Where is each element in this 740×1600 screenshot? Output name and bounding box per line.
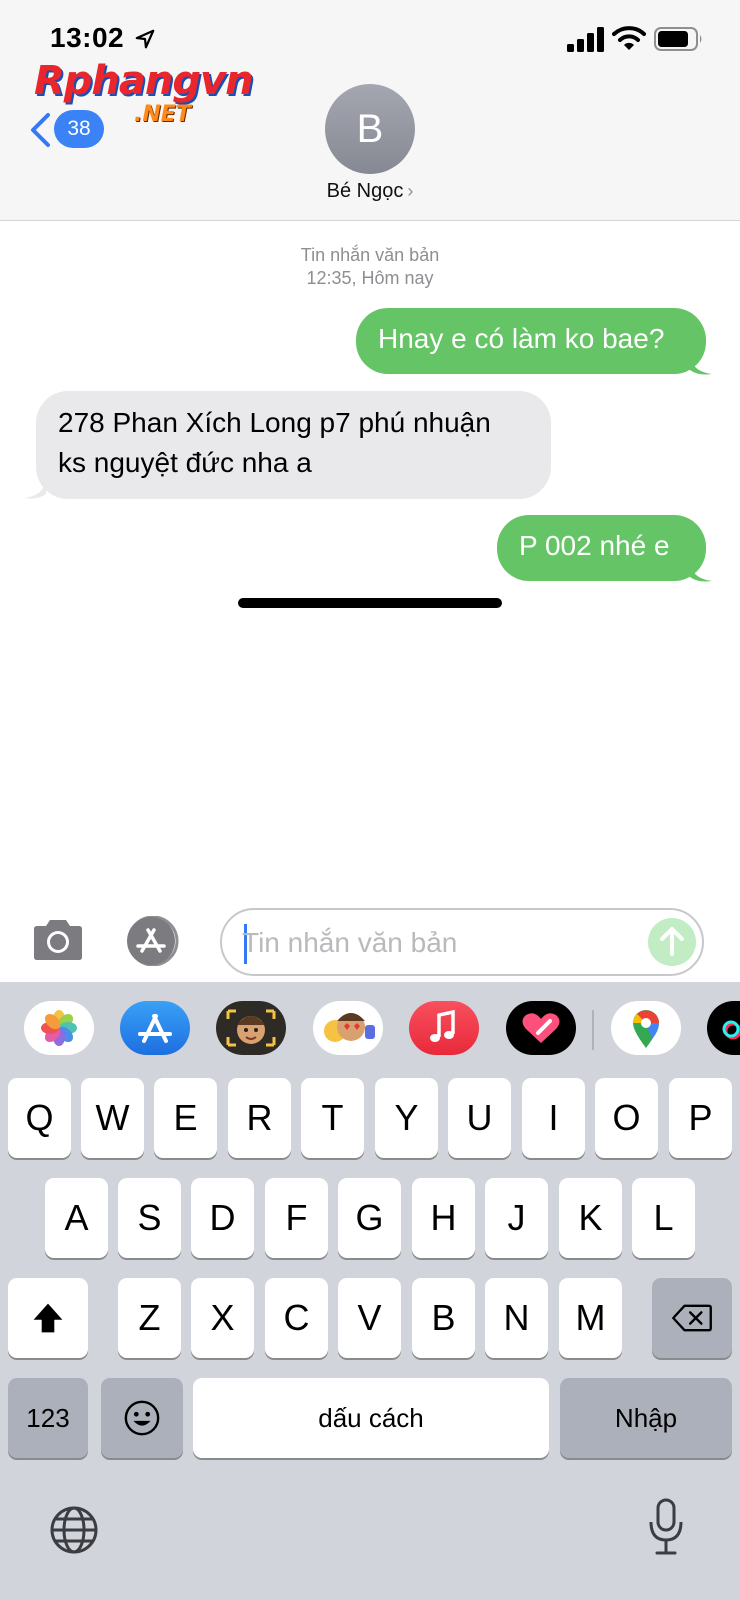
shift-key[interactable] [8, 1278, 88, 1358]
key-l[interactable]: L [632, 1178, 695, 1258]
camera-icon[interactable] [30, 917, 86, 963]
key-v[interactable]: V [338, 1278, 401, 1358]
send-arrow-icon[interactable] [648, 918, 696, 966]
bubble-tail [690, 354, 712, 375]
key-t[interactable]: T [301, 1078, 364, 1158]
message-timestamp: 12:35, Hôm nay [306, 268, 434, 288]
key-f[interactable]: F [265, 1178, 328, 1258]
message-text: Hnay e có làm ko bae? [378, 323, 665, 354]
message-bubble-sent[interactable]: P 002 nhé e [497, 515, 706, 581]
key-r[interactable]: R [228, 1078, 291, 1158]
message-text: P 002 nhé e [519, 530, 670, 561]
key-m[interactable]: M [559, 1278, 622, 1358]
key-o[interactable]: O [595, 1078, 658, 1158]
contact-avatar[interactable]: B [325, 84, 415, 174]
chevron-right-icon: › [407, 181, 414, 201]
return-key[interactable]: Nhập [560, 1378, 732, 1458]
message-text-line: 278 Phan Xích Long p7 phú nhuận [58, 407, 491, 438]
tiktok-icon[interactable] [707, 1001, 740, 1055]
message-text-line: ks nguyệt đức nha a [58, 447, 312, 478]
unread-count-badge: 38 [54, 110, 104, 148]
location-arrow-icon [135, 29, 155, 49]
shift-arrow-icon [33, 1303, 63, 1333]
home-indicator[interactable] [238, 598, 502, 608]
key-x[interactable]: X [191, 1278, 254, 1358]
key-g[interactable]: G [338, 1178, 401, 1258]
app-store-icon[interactable] [120, 1001, 190, 1055]
key-k[interactable]: K [559, 1178, 622, 1258]
digital-touch-icon[interactable] [506, 1001, 576, 1055]
key-i[interactable]: I [522, 1078, 585, 1158]
chevron-left-icon [31, 113, 50, 147]
wifi-icon [612, 26, 646, 50]
imessage-app-drawer [0, 982, 740, 1078]
contact-name-button[interactable]: Bé Ngọc › [0, 180, 740, 203]
conversation-header: 13:02 Rphangvn .NET 38 B Bé Ngọc › [0, 0, 740, 221]
message-bubble-received[interactable]: 278 Phan Xích Long p7 phú nhuận ks nguyệ… [36, 391, 551, 499]
key-w[interactable]: W [81, 1078, 144, 1158]
key-y[interactable]: Y [375, 1078, 438, 1158]
backspace-key[interactable] [652, 1278, 732, 1358]
key-h[interactable]: H [412, 1178, 475, 1258]
key-a[interactable]: A [45, 1178, 108, 1258]
message-meta: Tin nhắn văn bản 12:35, Hôm nay [0, 244, 740, 290]
key-q[interactable]: Q [8, 1078, 71, 1158]
bubble-tail [24, 478, 46, 499]
key-z[interactable]: Z [118, 1278, 181, 1358]
app-drawer-divider [592, 1010, 594, 1050]
contact-name: Bé Ngọc [326, 180, 404, 202]
cellular-signal-icon [567, 27, 604, 52]
watermark-sub: .NET [134, 102, 191, 127]
watermark-main: Rphangvn [34, 58, 254, 104]
bubble-tail [690, 561, 712, 582]
space-key[interactable]: dấu cách [193, 1378, 549, 1458]
key-c[interactable]: C [265, 1278, 328, 1358]
emoji-icon [124, 1400, 160, 1436]
app-store-button-icon[interactable] [124, 916, 190, 966]
message-input[interactable] [242, 920, 622, 966]
keyboard: Q W E R T Y U I O P A S D F G H J K L Z … [0, 982, 740, 1600]
key-d[interactable]: D [191, 1178, 254, 1258]
key-e[interactable]: E [154, 1078, 217, 1158]
animoji-icon[interactable] [313, 1001, 383, 1055]
key-u[interactable]: U [448, 1078, 511, 1158]
numbers-key[interactable]: 123 [8, 1378, 88, 1458]
photos-icon[interactable] [24, 1001, 94, 1055]
back-button[interactable]: 38 [28, 108, 108, 152]
service-label: Tin nhắn văn bản [300, 245, 440, 265]
key-b[interactable]: B [412, 1278, 475, 1358]
microphone-icon[interactable] [646, 1498, 686, 1556]
memoji-icon[interactable] [216, 1001, 286, 1055]
globe-icon[interactable] [48, 1504, 100, 1556]
backspace-icon [672, 1304, 712, 1332]
key-j[interactable]: J [485, 1178, 548, 1258]
key-p[interactable]: P [669, 1078, 732, 1158]
status-time: 13:02 [50, 22, 125, 53]
key-n[interactable]: N [485, 1278, 548, 1358]
emoji-key[interactable] [101, 1378, 183, 1458]
key-s[interactable]: S [118, 1178, 181, 1258]
music-icon[interactable] [409, 1001, 479, 1055]
message-bubble-sent[interactable]: Hnay e có làm ko bae? [356, 308, 706, 374]
battery-icon [654, 27, 702, 51]
message-input-field[interactable] [220, 908, 704, 976]
google-maps-icon[interactable] [611, 1001, 681, 1055]
